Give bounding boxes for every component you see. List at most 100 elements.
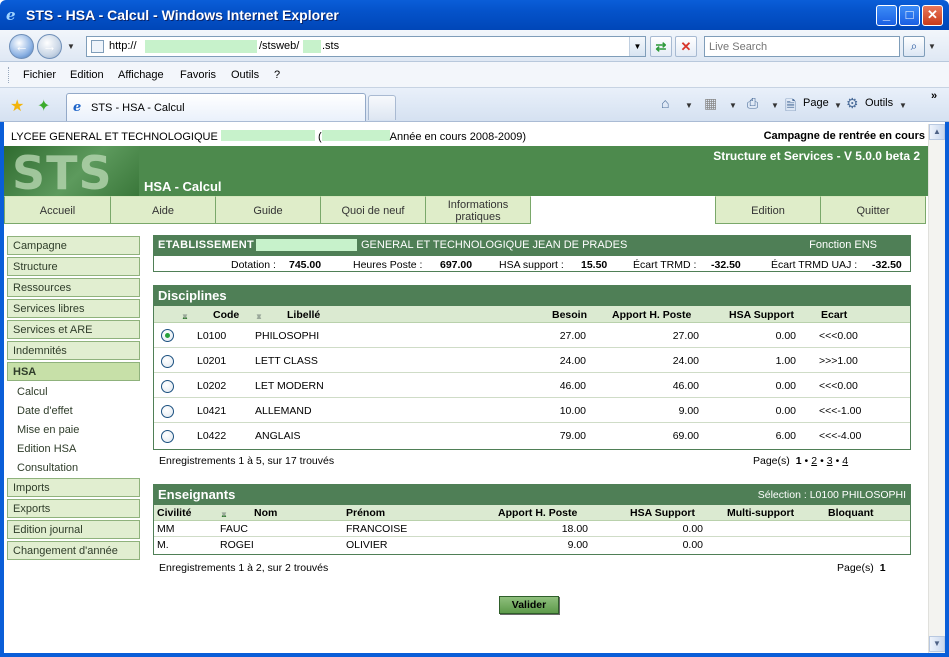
table-row[interactable]: L0422 ANGLAIS 79.00 69.00 6.00 <<<-4.00 xyxy=(154,423,910,448)
scroll-down-icon[interactable]: ▼ xyxy=(929,636,945,652)
sidebar-sub-date-effet[interactable]: Date d'effet xyxy=(17,405,73,417)
cell-hsa: 0.00 xyxy=(682,539,703,551)
tools-dropdown-icon[interactable]: ▼ xyxy=(899,101,907,110)
add-favorite-icon[interactable]: ✦ xyxy=(37,96,50,116)
tab-guide[interactable]: Guide xyxy=(215,196,321,224)
sidebar-sub-mise-en-paie[interactable]: Mise en paie xyxy=(17,424,79,436)
menu-help[interactable]: ? xyxy=(274,69,280,81)
menu-fichier[interactable]: Fichier xyxy=(23,69,56,81)
tab-quoi-de-neuf[interactable]: Quoi de neuf xyxy=(320,196,426,224)
page-2-link[interactable]: 2 xyxy=(811,455,817,467)
sidebar-item-services-libres[interactable]: Services libres xyxy=(7,299,140,318)
sidebar-item-changement-annee[interactable]: Changement d'année xyxy=(7,541,140,560)
tab-edition[interactable]: Edition xyxy=(715,196,821,224)
dotation-value: 745.00 xyxy=(289,259,322,271)
stop-button[interactable]: ✕ xyxy=(675,36,697,57)
feeds-dropdown-icon[interactable]: ▼ xyxy=(729,101,737,110)
vertical-scrollbar[interactable]: ▲ ▼ xyxy=(928,124,945,653)
etablissement-stats: Dotation : 745.00 Heures Poste : 697.00 … xyxy=(153,255,911,272)
sidebar-item-services-are[interactable]: Services et ARE xyxy=(7,320,140,339)
col-code[interactable]: Code xyxy=(213,309,239,321)
pages-label: Page(s) xyxy=(837,562,874,574)
cell-nom: ROGEI xyxy=(220,539,254,551)
new-tab-button[interactable] xyxy=(368,95,396,120)
maximize-button[interactable]: □ xyxy=(899,5,920,26)
page-menu[interactable]: Page xyxy=(803,97,829,109)
print-dropdown-icon[interactable]: ▼ xyxy=(771,101,779,110)
home-icon[interactable]: ⌂ xyxy=(661,95,669,111)
tab-aide[interactable]: Aide xyxy=(110,196,216,224)
tab-quitter[interactable]: Quitter xyxy=(820,196,926,224)
search-box[interactable] xyxy=(704,36,900,57)
hsa-support-value: 15.50 xyxy=(581,259,608,271)
tab-informations-pratiques[interactable]: Informations pratiques xyxy=(425,196,531,224)
table-row[interactable]: L0202 LET MODERN 46.00 46.00 0.00 <<<0.0… xyxy=(154,373,910,398)
row-radio[interactable] xyxy=(161,430,174,443)
menu-affichage[interactable]: Affichage xyxy=(118,69,164,81)
address-dropdown-icon[interactable]: ▼ xyxy=(629,37,645,56)
search-icon[interactable]: ⌕ xyxy=(903,36,925,57)
row-radio[interactable] xyxy=(161,405,174,418)
row-radio[interactable] xyxy=(161,355,174,368)
favorites-star-icon[interactable]: ★ xyxy=(10,96,24,116)
forward-button[interactable]: → xyxy=(37,34,62,59)
row-radio[interactable] xyxy=(161,329,174,342)
col-libelle[interactable]: Libellé xyxy=(287,309,320,321)
col-ecart: Ecart xyxy=(821,309,848,321)
sidebar-sub-calcul[interactable]: Calcul xyxy=(17,386,48,398)
table-row[interactable]: L0421 ALLEMAND 10.00 9.00 0.00 <<<-1.00 xyxy=(154,398,910,423)
tab-sts-hsa-calcul[interactable]: e STS - HSA - Calcul xyxy=(66,93,366,121)
history-dropdown-icon[interactable]: ▼ xyxy=(67,42,75,51)
row-radio[interactable] xyxy=(161,380,174,393)
menu-favoris[interactable]: Favoris xyxy=(180,69,216,81)
cell-besoin: 24.00 xyxy=(559,355,586,367)
tools-menu[interactable]: Outils xyxy=(865,97,893,109)
page-dropdown-icon[interactable]: ▼ xyxy=(834,101,842,110)
page-3-link[interactable]: 3 xyxy=(827,455,833,467)
menu-outils[interactable]: Outils xyxy=(231,69,259,81)
refresh-button[interactable]: ⇄ xyxy=(650,36,672,57)
sidebar-item-structure[interactable]: Structure xyxy=(7,257,140,276)
table-row[interactable]: L0100 PHILOSOPHI 27.00 27.00 0.00 <<<0.0… xyxy=(154,323,910,348)
sidebar-item-edition-journal[interactable]: Edition journal xyxy=(7,520,140,539)
chevron-icon[interactable]: » xyxy=(931,90,937,102)
etablissement-redaction xyxy=(256,239,357,251)
home-dropdown-icon[interactable]: ▼ xyxy=(685,101,693,110)
feeds-icon[interactable]: ▦ xyxy=(704,95,717,112)
sidebar-sub-edition-hsa[interactable]: Edition HSA xyxy=(17,443,76,455)
sidebar-item-indemnites[interactable]: Indemnités xyxy=(7,341,140,360)
search-options-icon[interactable]: ▼ xyxy=(928,42,936,51)
valider-button[interactable]: Valider xyxy=(499,596,559,614)
print-icon[interactable]: ⎙ xyxy=(747,95,758,112)
app-version: Structure et Services - V 5.0.0 beta 2 xyxy=(713,149,920,163)
sidebar-item-hsa[interactable]: HSA xyxy=(7,362,140,381)
search-input[interactable] xyxy=(705,37,899,56)
sidebar-item-imports[interactable]: Imports xyxy=(7,478,140,497)
minimize-button[interactable]: _ xyxy=(876,5,897,26)
tab-label: STS - HSA - Calcul xyxy=(91,102,185,114)
table-row[interactable]: MM FAUC FRANCOISE 18.00 0.00 xyxy=(154,521,910,537)
sidebar-item-campagne[interactable]: Campagne xyxy=(7,236,140,255)
cell-libelle: LETT CLASS xyxy=(255,355,318,367)
sidebar-sub-consultation[interactable]: Consultation xyxy=(17,462,78,474)
cell-apport: 24.00 xyxy=(672,355,699,367)
menu-edition[interactable]: Edition xyxy=(70,69,104,81)
cell-ecart: <<<0.00 xyxy=(819,330,858,342)
cell-prenom: OLIVIER xyxy=(346,539,388,551)
cell-hsa: 6.00 xyxy=(775,430,796,442)
heures-label: Heures Poste : xyxy=(353,259,423,271)
tab-accueil[interactable]: Accueil xyxy=(4,196,111,224)
close-button[interactable]: ✕ xyxy=(922,5,943,26)
col-nom[interactable]: Nom xyxy=(254,507,277,519)
back-button[interactable]: ← xyxy=(9,34,34,59)
address-input[interactable]: http:// /stsweb/ .sts ▼ xyxy=(86,36,646,57)
sidebar-item-ressources[interactable]: Ressources xyxy=(7,278,140,297)
page-4-link[interactable]: 4 xyxy=(842,455,848,467)
scroll-up-icon[interactable]: ▲ xyxy=(929,124,945,140)
cell-apport: 46.00 xyxy=(672,380,699,392)
tab-quitter-label: Quitter xyxy=(856,205,890,217)
col-bloquant: Bloquant xyxy=(828,507,874,519)
sidebar-item-exports[interactable]: Exports xyxy=(7,499,140,518)
table-row[interactable]: M. ROGEI OLIVIER 9.00 0.00 xyxy=(154,537,910,553)
table-row[interactable]: L0201 LETT CLASS 24.00 24.00 1.00 >>>1.0… xyxy=(154,348,910,373)
